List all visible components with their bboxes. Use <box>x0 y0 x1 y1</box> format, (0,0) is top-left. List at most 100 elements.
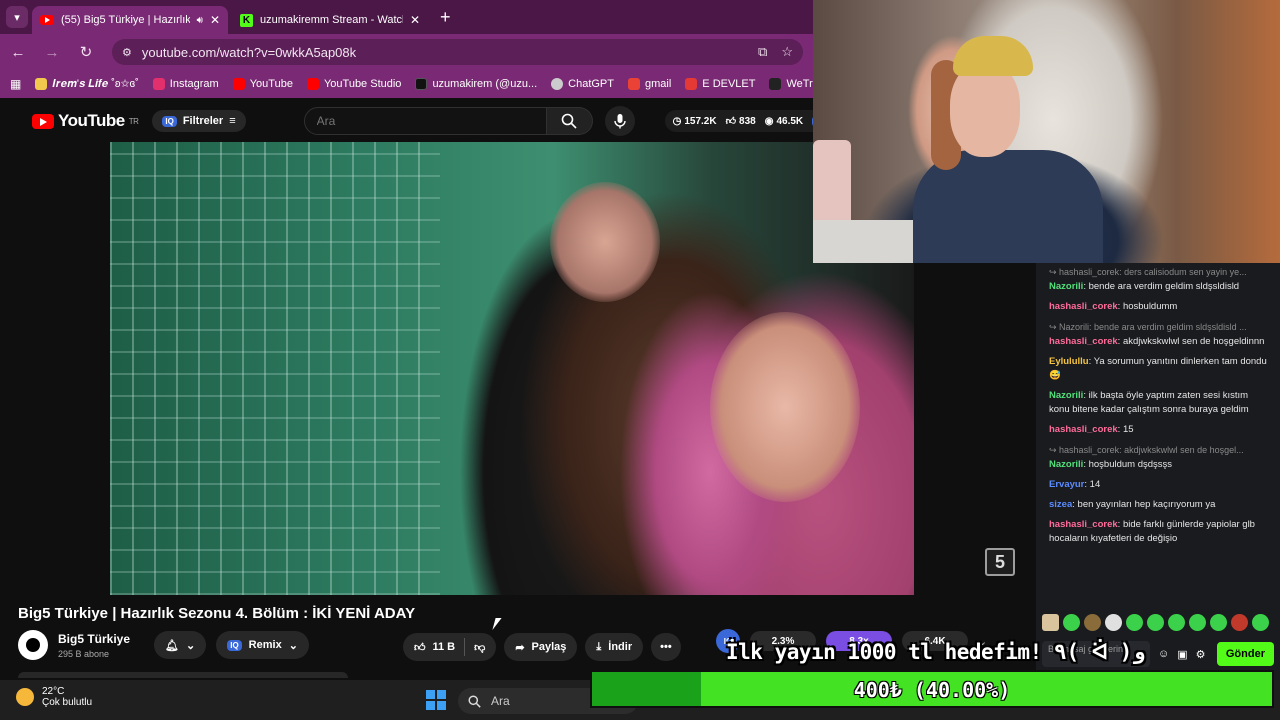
video-player[interactable] <box>110 142 914 595</box>
emote-icon[interactable] <box>1063 614 1080 631</box>
thumbs-up-icon[interactable]: 👍︎ <box>414 641 426 654</box>
emote-icon[interactable] <box>1147 614 1164 631</box>
bookmark-instagram[interactable]: Instagram <box>152 78 219 90</box>
watchers-value: 46.5K <box>776 115 804 127</box>
chat-username[interactable]: hashasli_corek <box>1049 336 1118 347</box>
chat-message-text: hoşbuldum dşdşsşs <box>1088 459 1173 470</box>
chevron-down-icon: ⌄ <box>288 639 298 652</box>
chatgpt-icon <box>551 78 564 90</box>
webcam-person-cap <box>953 36 1033 76</box>
like-dislike-group: 👍︎ 11 B 👎︎ <box>403 633 497 661</box>
emoji-icon[interactable]: ☺ <box>1158 648 1169 660</box>
new-tab-icon[interactable]: + <box>432 7 459 28</box>
gift-icon[interactable]: ▣ <box>1177 648 1187 661</box>
video-actions: 👍︎ 11 B 👎︎ ➦ Paylaş ⤓ İndir ••• <box>403 633 681 661</box>
channel-meta: Big5 Türkiye 295 B abone <box>58 632 130 659</box>
player-right-margin <box>914 263 1036 595</box>
filters-button[interactable]: IQ Filtreler ≡ <box>152 110 246 132</box>
subscriber-count: 295 B abone <box>58 648 110 659</box>
tab-close-icon[interactable]: ✕ <box>210 13 220 27</box>
bookmark-irems-life[interactable]: 𝑰𝒓𝒆𝒎'𝒔 𝑳𝒊𝒇𝒆 ˚ʚ✩ɞ˚ <box>35 77 139 91</box>
url-field[interactable]: ⚙︎ youtube.com/watch?v=0wkkA5ap08k ⧉ ☆ <box>112 39 803 65</box>
channel-watermark[interactable]: 5 <box>985 548 1015 576</box>
bookmark-chatgpt[interactable]: ChatGPT <box>551 78 614 90</box>
emote-icon[interactable] <box>1042 614 1059 631</box>
share-button[interactable]: ➦ Paylaş <box>504 633 578 661</box>
mouse-cursor-icon <box>492 618 502 630</box>
search-icon <box>561 113 577 129</box>
emote-icon[interactable] <box>1210 614 1227 631</box>
bookmark-label: WeTransfer <box>786 78 813 90</box>
chat-username[interactable]: sizea <box>1049 499 1072 510</box>
send-button[interactable]: Gönder <box>1216 642 1274 666</box>
speaker-icon[interactable]: 🔊︎ <box>197 15 203 26</box>
site-info-icon[interactable]: ⚙︎ <box>122 46 132 59</box>
microphone-icon <box>613 114 626 129</box>
more-actions-button[interactable]: ••• <box>651 633 681 661</box>
emote-icon[interactable] <box>1231 614 1248 631</box>
views-stat: ◷ 157.2K <box>673 116 717 127</box>
bookmark-label: 𝑰𝒓𝒆𝒎'𝒔 𝑳𝒊𝒇𝒆 ˚ʚ✩ɞ˚ <box>52 77 139 90</box>
bookmark-gmail[interactable]: gmail <box>628 78 671 90</box>
bookmark-wetransfer[interactable]: WeTransfer <box>769 78 813 90</box>
settings-gear-icon[interactable]: ⚙︎ <box>1196 648 1206 661</box>
windows-start-icon[interactable] <box>426 690 446 710</box>
notification-bell-button[interactable]: 🔔︎ ⌄ <box>154 631 207 659</box>
chat-username[interactable]: Nazorili <box>1049 459 1083 470</box>
thumbs-down-icon[interactable]: 👎︎ <box>474 641 485 654</box>
bookmark-tiktok[interactable]: uzumakirem (@uzu... <box>415 78 537 90</box>
youtube-header: YouTubeTR IQ Filtreler ≡ ◷157.2K 👍︎838 ◉… <box>0 100 853 142</box>
chat-username[interactable]: hashasli_corek <box>1049 301 1118 312</box>
voice-search-button[interactable] <box>604 106 635 136</box>
chat-username[interactable]: Ervayur <box>1049 479 1084 490</box>
bookmark-star-icon[interactable]: ☆ <box>781 44 793 60</box>
emote-icon[interactable] <box>1084 614 1101 631</box>
forward-arrow-icon[interactable]: → <box>44 44 60 61</box>
download-button[interactable]: ⤓ İndir <box>585 633 644 661</box>
search-bar <box>303 106 635 136</box>
instagram-icon <box>152 78 165 90</box>
emote-row <box>1042 614 1269 631</box>
weather-widget[interactable]: 22°C Çok bulutlu <box>16 686 92 708</box>
chat-username[interactable]: Nazorili <box>1049 390 1083 401</box>
chat-message: sizea: ben yayınları hep kaçırıyorum ya <box>1049 499 1216 510</box>
apps-grid-icon[interactable]: ▦ <box>10 77 21 91</box>
chat-username[interactable]: Eylulullu <box>1049 356 1089 367</box>
tab-search-chevron-icon[interactable]: ▾ <box>6 6 28 28</box>
like-count[interactable]: 11 B <box>433 641 456 653</box>
chat-username[interactable]: hashasli_corek <box>1049 519 1118 530</box>
search-input[interactable] <box>303 107 547 135</box>
emote-icon[interactable] <box>1126 614 1143 631</box>
donation-goal-bar: 400₺ (40.00%) <box>590 670 1274 708</box>
weather-cloudy-icon <box>16 688 34 706</box>
wetransfer-icon <box>769 78 782 90</box>
channel-avatar[interactable] <box>18 630 48 660</box>
bookmark-e-devlet[interactable]: E DEVLET <box>685 78 755 90</box>
chat-username[interactable]: hashasli_corek <box>1049 424 1118 435</box>
bookmark-youtube-studio[interactable]: YouTube Studio <box>306 78 401 90</box>
back-arrow-icon[interactable]: ← <box>10 44 26 61</box>
search-button[interactable] <box>546 107 593 135</box>
youtube-logo[interactable]: YouTube TR <box>32 111 139 131</box>
weather-text: 22°C Çok bulutlu <box>42 686 92 708</box>
emote-icon[interactable] <box>1252 614 1269 631</box>
chat-message: hashasli_corek: hosbuldumm <box>1049 301 1178 312</box>
chat-username[interactable]: Nazorili <box>1049 281 1083 292</box>
iq-badge: IQ <box>227 639 242 651</box>
emote-icon[interactable] <box>1105 614 1122 631</box>
channel-name[interactable]: Big5 Türkiye <box>58 632 130 646</box>
emote-icon[interactable] <box>1189 614 1206 631</box>
remix-button[interactable]: IQ Remix ⌄ <box>216 631 309 659</box>
cast-icon[interactable]: ⧉ <box>758 44 767 60</box>
chat-message-text: 15 <box>1122 424 1134 435</box>
tab-kick[interactable]: K uzumakiremm Stream - Watch l ✕ <box>232 6 428 34</box>
bookmark-label: gmail <box>645 78 672 90</box>
webcam-overlay <box>813 0 1280 263</box>
gmail-icon <box>628 78 640 90</box>
tab-youtube[interactable]: (55) Big5 Türkiye | Hazırlık S 🔊︎ ✕ <box>32 6 228 34</box>
bookmark-youtube[interactable]: YouTube <box>232 78 293 90</box>
chevron-down-icon: ⌄ <box>186 639 196 652</box>
tab-close-icon[interactable]: ✕ <box>410 13 420 27</box>
reload-icon[interactable]: ↻ <box>78 43 94 61</box>
emote-icon[interactable] <box>1168 614 1185 631</box>
